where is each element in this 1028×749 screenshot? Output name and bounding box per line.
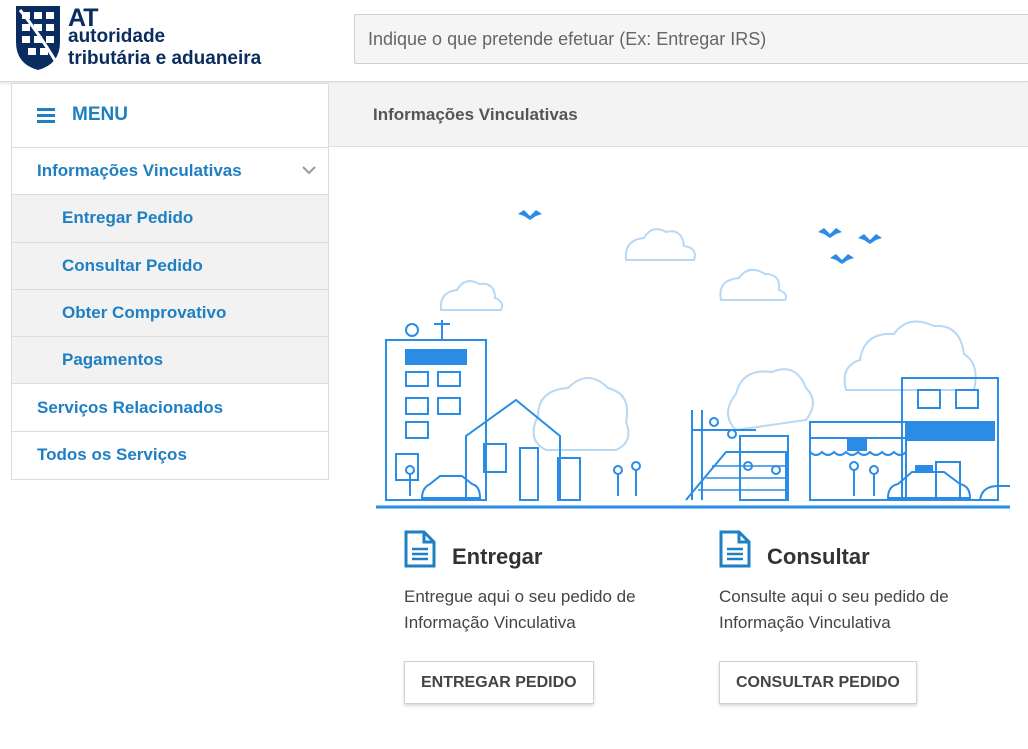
menu-toggle[interactable]: MENU xyxy=(11,83,329,147)
sidebar-item-consultar-pedido[interactable]: Consultar Pedido xyxy=(12,242,328,290)
logo-line-3: tributária e aduaneira xyxy=(68,48,262,69)
sidebar-item-pagamentos[interactable]: Pagamentos xyxy=(12,337,328,385)
sidebar-item-label: Pagamentos xyxy=(62,350,164,370)
document-icon xyxy=(404,530,436,568)
card-title: Consultar xyxy=(767,544,870,569)
sidebar-item-servicos-relacionados[interactable]: Serviços Relacionados xyxy=(12,384,328,432)
sidebar-item-entregar-pedido[interactable]: Entregar Pedido xyxy=(12,195,328,243)
at-shield-icon xyxy=(16,6,60,70)
card-description: Entregue aqui o seu pedido de Informação… xyxy=(404,587,636,632)
sidebar-item-informacoes-vinculativas[interactable]: Informações Vinculativas xyxy=(12,148,328,196)
consultar-pedido-button[interactable]: CONSULTAR PEDIDO xyxy=(719,661,917,704)
city-illustration xyxy=(376,210,1010,509)
sidebar-item-label: Todos os Serviços xyxy=(37,445,187,465)
hamburger-icon xyxy=(37,108,55,123)
document-icon xyxy=(719,530,751,568)
sidebar-item-label: Entregar Pedido xyxy=(62,208,194,228)
chevron-down-icon xyxy=(302,166,316,175)
at-logo[interactable]: AT autoridade tributária e aduaneira xyxy=(12,2,282,74)
entregar-pedido-button[interactable]: ENTREGAR PEDIDO xyxy=(404,661,594,704)
sidebar-item-todos-servicos[interactable]: Todos os Serviços xyxy=(12,431,328,480)
logo-line-2: autoridade xyxy=(68,26,166,47)
breadcrumb: Informações Vinculativas xyxy=(373,105,578,124)
sidebar-item-obter-comprovativo[interactable]: Obter Comprovativo xyxy=(12,289,328,338)
sidebar-nav: Informações Vinculativas Entregar Pedido… xyxy=(11,147,329,481)
sidebar-item-label: Obter Comprovativo xyxy=(62,303,227,323)
sidebar-item-label: Serviços Relacionados xyxy=(37,397,224,417)
menu-label: MENU xyxy=(72,104,128,125)
card-title: Entregar xyxy=(452,544,543,569)
sidebar-item-label: Consultar Pedido xyxy=(62,255,203,275)
breadcrumb-bar: Informações Vinculativas xyxy=(328,83,1028,147)
card-description: Consulte aqui o seu pedido de Informação… xyxy=(719,587,949,632)
top-bar: AT autoridade tributária e aduaneira xyxy=(0,0,1028,82)
search-input[interactable] xyxy=(354,14,1028,64)
sidebar-item-label: Informações Vinculativas xyxy=(37,161,242,181)
